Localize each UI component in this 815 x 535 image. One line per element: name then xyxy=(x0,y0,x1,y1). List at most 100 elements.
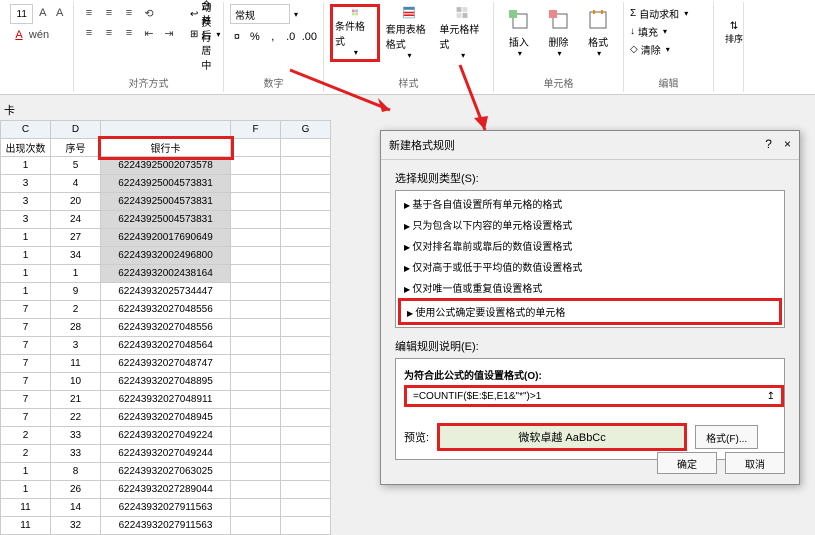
chevron-down-icon[interactable]: ▾ xyxy=(294,10,298,19)
cell-style-button[interactable]: 单元格样式 ▾ xyxy=(437,4,487,62)
cell[interactable]: 1 xyxy=(51,265,101,283)
cancel-button[interactable]: 取消 xyxy=(725,452,785,474)
cell[interactable]: 62243932027049244 xyxy=(101,445,231,463)
align-middle-icon[interactable]: ≡ xyxy=(100,4,118,22)
rule-type-item[interactable]: 只为包含以下内容的单元格设置格式 xyxy=(398,214,782,235)
autosum-button[interactable]: Σ自动求和▾ xyxy=(630,4,707,22)
cell[interactable]: 62243932027048895 xyxy=(101,373,231,391)
align-left-icon[interactable]: ≡ xyxy=(80,24,98,42)
sort-button[interactable]: ⇅ 排序 xyxy=(720,4,748,62)
cell[interactable]: 7 xyxy=(1,355,51,373)
align-bottom-icon[interactable]: ≡ xyxy=(120,4,138,22)
close-button[interactable]: × xyxy=(784,137,791,153)
increase-decimal-icon[interactable]: .0 xyxy=(284,27,298,47)
rule-type-item[interactable]: 仅对排名靠前或靠后的数值设置格式 xyxy=(398,235,782,256)
currency-icon[interactable]: ¤ xyxy=(230,27,244,47)
cell[interactable]: 1 xyxy=(1,229,51,247)
percent-icon[interactable]: % xyxy=(248,27,262,47)
format-button[interactable]: 格式(F)... xyxy=(695,425,758,449)
help-button[interactable]: ? xyxy=(765,137,772,153)
cell[interactable]: 62243932027049224 xyxy=(101,427,231,445)
column-header[interactable]: C xyxy=(1,121,51,139)
cell[interactable]: 1 xyxy=(1,481,51,499)
cell[interactable]: 1 xyxy=(1,265,51,283)
header-cell[interactable]: 序号 xyxy=(51,139,101,157)
cell[interactable]: 27 xyxy=(51,229,101,247)
cell[interactable]: 3 xyxy=(1,211,51,229)
cell[interactable]: 2 xyxy=(51,301,101,319)
cell[interactable]: 1 xyxy=(1,463,51,481)
indent-right-icon[interactable]: ⇥ xyxy=(160,24,178,42)
cell[interactable]: 62243932002496800 xyxy=(101,247,231,265)
cell[interactable]: 3 xyxy=(1,193,51,211)
cell[interactable]: 2 xyxy=(1,427,51,445)
cell[interactable]: 7 xyxy=(1,373,51,391)
cell[interactable]: 7 xyxy=(1,337,51,355)
cell[interactable]: 4 xyxy=(51,175,101,193)
cell[interactable]: 2 xyxy=(1,445,51,463)
header-cell[interactable]: 出现次数 xyxy=(1,139,51,157)
cell[interactable]: 7 xyxy=(1,301,51,319)
font-size-input[interactable]: 11 xyxy=(10,4,33,24)
cell[interactable]: 62243932027911563 xyxy=(101,499,231,517)
font-color-icon[interactable]: A xyxy=(10,26,28,44)
cell[interactable]: 62243925004573831 xyxy=(101,175,231,193)
column-header[interactable]: F xyxy=(231,121,281,139)
cell[interactable]: 33 xyxy=(51,445,101,463)
cell[interactable]: 62243932027048556 xyxy=(101,301,231,319)
cell[interactable]: 1 xyxy=(1,283,51,301)
cell[interactable]: 34 xyxy=(51,247,101,265)
cell[interactable]: 3 xyxy=(51,337,101,355)
column-header[interactable]: D xyxy=(51,121,101,139)
cell[interactable]: 9 xyxy=(51,283,101,301)
cell[interactable]: 11 xyxy=(51,355,101,373)
insert-button[interactable]: 插入▾ xyxy=(500,4,538,62)
column-header[interactable] xyxy=(101,121,231,139)
cell[interactable]: 28 xyxy=(51,319,101,337)
cell[interactable]: 62243932027048911 xyxy=(101,391,231,409)
cell[interactable]: 1 xyxy=(1,157,51,175)
cell[interactable]: 14 xyxy=(51,499,101,517)
cell[interactable]: 62243932027048564 xyxy=(101,337,231,355)
cell[interactable]: 7 xyxy=(1,391,51,409)
cell[interactable]: 62243932027911563 xyxy=(101,517,231,535)
cell[interactable]: 1 xyxy=(1,247,51,265)
wen-icon[interactable]: wén xyxy=(30,26,48,44)
rule-type-item[interactable]: 仅对唯一值或重复值设置格式 xyxy=(398,277,782,298)
cell[interactable]: 8 xyxy=(51,463,101,481)
clear-button[interactable]: ◇清除▾ xyxy=(630,40,707,58)
fill-button[interactable]: ↓填充▾ xyxy=(630,22,707,40)
indent-left-icon[interactable]: ⇤ xyxy=(140,24,158,42)
cell[interactable]: 62243920017690649 xyxy=(101,229,231,247)
decrease-decimal-icon[interactable]: .00 xyxy=(302,27,317,47)
cell[interactable]: 5 xyxy=(51,157,101,175)
name-box[interactable]: 卡 xyxy=(0,100,360,120)
rule-type-item[interactable]: 基于各自值设置所有单元格的格式 xyxy=(398,193,782,214)
cell[interactable]: 11 xyxy=(1,499,51,517)
cell[interactable]: 20 xyxy=(51,193,101,211)
cell[interactable]: 7 xyxy=(1,409,51,427)
cell[interactable]: 62243932025734447 xyxy=(101,283,231,301)
align-top-icon[interactable]: ≡ xyxy=(80,4,98,22)
align-right-icon[interactable]: ≡ xyxy=(120,24,138,42)
column-header[interactable]: G xyxy=(281,121,331,139)
cell[interactable]: 24 xyxy=(51,211,101,229)
header-cell[interactable]: 银行卡 xyxy=(101,139,231,157)
worksheet-grid[interactable]: CDFG 出现次数序号银行卡15622439250020735783462243… xyxy=(0,120,331,535)
range-picker-icon[interactable]: ↥ xyxy=(767,391,775,402)
rule-type-list[interactable]: 基于各自值设置所有单元格的格式只为包含以下内容的单元格设置格式仅对排名靠前或靠后… xyxy=(395,190,785,328)
cell[interactable]: 22 xyxy=(51,409,101,427)
cell[interactable]: 33 xyxy=(51,427,101,445)
cell[interactable]: 62243925002073578 xyxy=(101,157,231,175)
cell[interactable]: 7 xyxy=(1,319,51,337)
cell[interactable]: 26 xyxy=(51,481,101,499)
rule-type-item[interactable]: 使用公式确定要设置格式的单元格 xyxy=(398,298,782,325)
conditional-format-button[interactable]: 条件格式 ▾ xyxy=(330,4,380,62)
formula-input[interactable]: =COUNTIF($E:$E,E1&"*")>1 ↥ xyxy=(404,385,784,407)
format-button[interactable]: 格式▾ xyxy=(579,4,617,62)
cell[interactable]: 62243925004573831 xyxy=(101,193,231,211)
cell[interactable]: 62243932027063025 xyxy=(101,463,231,481)
ok-button[interactable]: 确定 xyxy=(657,452,717,474)
increase-font-icon[interactable]: A xyxy=(35,4,50,22)
cell[interactable]: 62243932027048945 xyxy=(101,409,231,427)
